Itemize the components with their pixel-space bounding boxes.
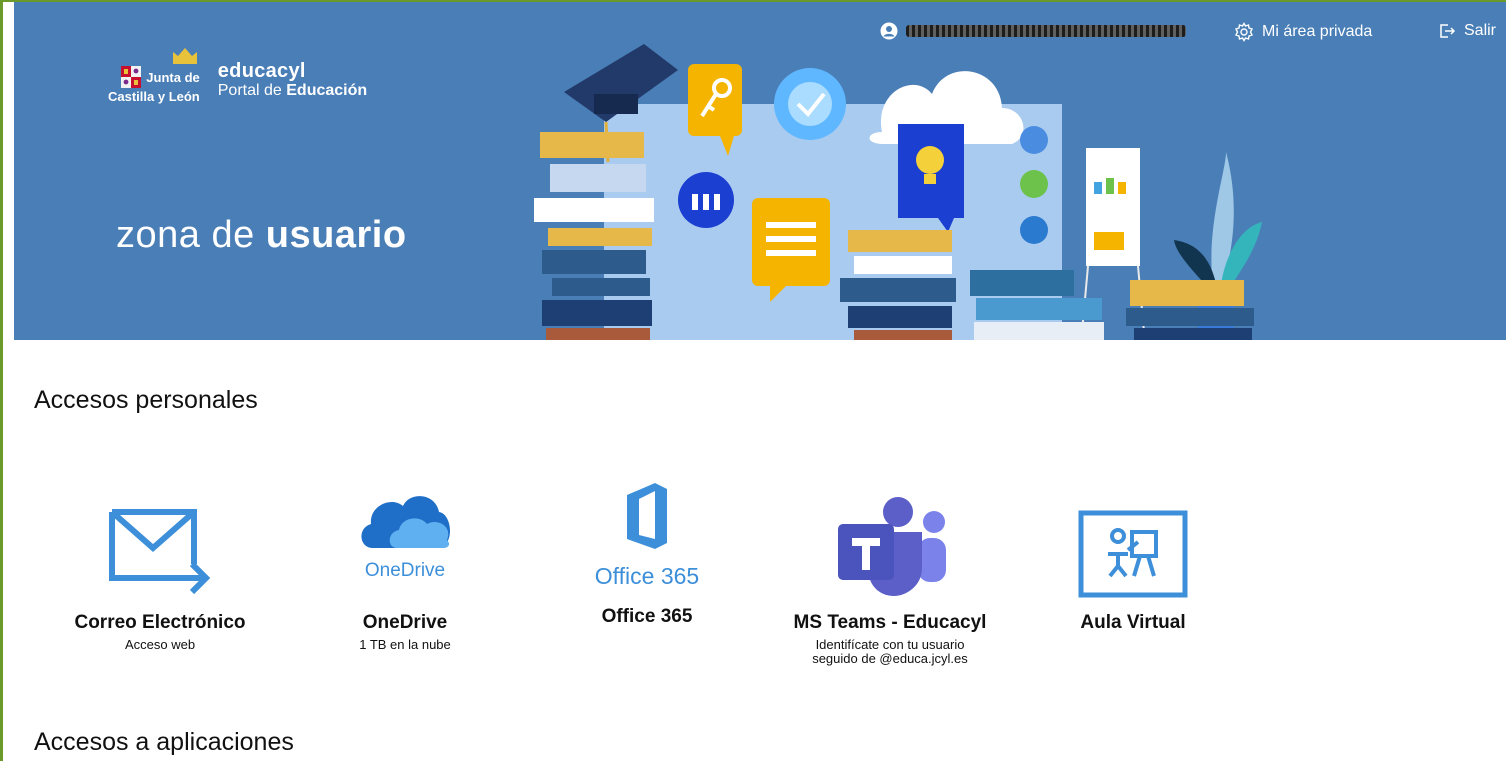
tile-teams-desc: Identifícate con tu usuario seguido de @…: [780, 638, 1000, 666]
jcyl-line1: Junta de: [146, 70, 200, 85]
center-book-stack: [840, 230, 956, 340]
settings-gear-icon: [774, 68, 846, 140]
tile-aula-virtual-name: Aula Virtual: [1080, 612, 1186, 633]
education-illustration: [534, 44, 1262, 340]
team-circle-icon: [678, 172, 734, 228]
office365-icon: [627, 482, 667, 549]
tile-office365[interactable]: Office 365 Office 365: [537, 472, 757, 628]
teams-icon: [838, 497, 946, 596]
brand-subtitle: Portal de Educación: [218, 82, 367, 100]
phone-icon: [1020, 216, 1048, 244]
tile-email-name: Correo Electrónico: [74, 612, 246, 633]
private-area-label: Mi área privada: [1262, 23, 1373, 40]
jcyl-crown-icon: [172, 48, 197, 64]
header-banner: Mi área privada Salir Junta de Castilla …: [14, 2, 1506, 340]
brand-name: educacyl: [217, 60, 306, 82]
tile-aula-virtual[interactable]: Aula Virtual: [1023, 472, 1243, 634]
video-call-icon: [1020, 170, 1048, 198]
tile-email[interactable]: Correo Electrónico Acceso web: [50, 472, 270, 652]
section-title-apps: Accesos a aplicaciones: [34, 728, 294, 756]
coat-of-arms-icon: [121, 66, 142, 88]
jcyl-line2: Castilla y León: [108, 89, 200, 104]
educacyl-brand: educacyl Portal de Educación: [218, 44, 367, 104]
portal-prefix: Portal de: [217, 82, 282, 99]
onedrive-cloud-icon: [361, 496, 450, 548]
logout-icon: [1440, 24, 1456, 38]
tile-teams-name: MS Teams - Educacyl: [793, 612, 987, 633]
tile-teams-desc-line1: Identifícate con tu usuario: [815, 637, 965, 652]
classroom-icon: [1078, 510, 1188, 598]
tile-teams[interactable]: MS Teams - Educacyl Identifícate con tu …: [780, 472, 1000, 666]
section-title-personal: Accesos personales: [34, 386, 258, 414]
logout-link[interactable]: Salir: [1438, 22, 1496, 40]
tile-teams-desc-line2: seguido de @educa.jcyl.es: [812, 651, 968, 666]
tile-email-desc: Acceso web: [124, 637, 196, 652]
jcyl-logo: Junta de Castilla y León: [108, 44, 200, 104]
tile-onedrive-name: OneDrive: [362, 612, 448, 633]
tile-onedrive-desc: 1 TB en la nube: [359, 637, 451, 652]
page-title: zona de usuario: [116, 214, 407, 257]
portal-strong: Educación: [286, 82, 368, 99]
mail-forward-icon: [109, 509, 211, 595]
logout-label: Salir: [1464, 22, 1497, 39]
onedrive-icon-label: OneDrive: [364, 560, 446, 581]
office365-icon-label: Office 365: [594, 562, 700, 589]
zona-prefix: zona de: [116, 214, 255, 256]
right-book-stack: [970, 270, 1254, 340]
microphone-icon: [1020, 126, 1048, 154]
zona-strong: usuario: [265, 214, 407, 256]
tile-onedrive[interactable]: OneDrive OneDrive 1 TB en la nube: [295, 472, 515, 652]
tile-office365-name: Office 365: [601, 606, 693, 627]
site-logo[interactable]: Junta de Castilla y León educacyl Portal…: [108, 44, 367, 104]
